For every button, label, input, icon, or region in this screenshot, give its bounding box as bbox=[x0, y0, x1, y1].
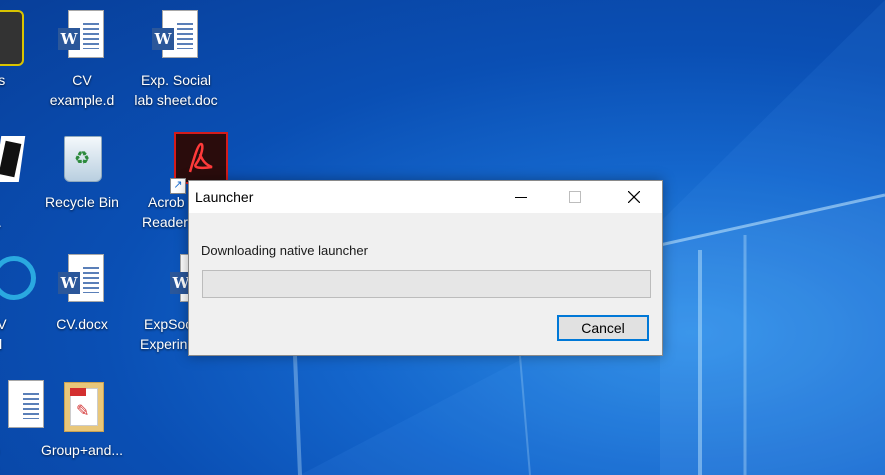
desktop-icon-cv-example[interactable]: W CV example.d bbox=[32, 10, 132, 110]
app-icon bbox=[0, 254, 36, 310]
dialog-titlebar[interactable]: Launcher bbox=[189, 181, 662, 213]
word-doc-icon: W bbox=[58, 10, 106, 66]
maximize-icon bbox=[569, 191, 581, 203]
word-doc-icon: W bbox=[58, 254, 106, 310]
desktop-icon-cv-docx[interactable]: W CV.docx bbox=[32, 254, 132, 334]
shortcut-arrow-icon: ↗ bbox=[170, 178, 186, 194]
app-icon bbox=[0, 10, 24, 66]
launcher-dialog: Launcher Downloading native launcher Can… bbox=[188, 180, 663, 356]
minimize-icon bbox=[515, 197, 527, 198]
download-progress-bar bbox=[202, 270, 651, 298]
pdf-file-icon: ✎ bbox=[58, 380, 106, 436]
desktop-icon-recycle-bin[interactable]: ♻ Recycle Bin bbox=[32, 132, 132, 212]
maximize-button bbox=[552, 181, 598, 213]
recycle-bin-icon: ♻ bbox=[58, 132, 106, 188]
status-message: Downloading native launcher bbox=[201, 243, 368, 258]
word-doc-icon: W bbox=[152, 10, 200, 66]
app-icon bbox=[0, 132, 26, 188]
cancel-button[interactable]: Cancel bbox=[557, 315, 649, 341]
desktop-icon-exp-social-lab-sheet[interactable]: W Exp. Social lab sheet.doc bbox=[126, 10, 226, 110]
document-icon bbox=[0, 380, 44, 436]
desktop-icon-group[interactable]: ✎ Group+and... bbox=[32, 380, 132, 460]
minimize-button[interactable] bbox=[498, 181, 544, 213]
dialog-title: Launcher bbox=[195, 189, 254, 205]
close-icon bbox=[628, 191, 640, 203]
close-button[interactable] bbox=[611, 181, 657, 213]
